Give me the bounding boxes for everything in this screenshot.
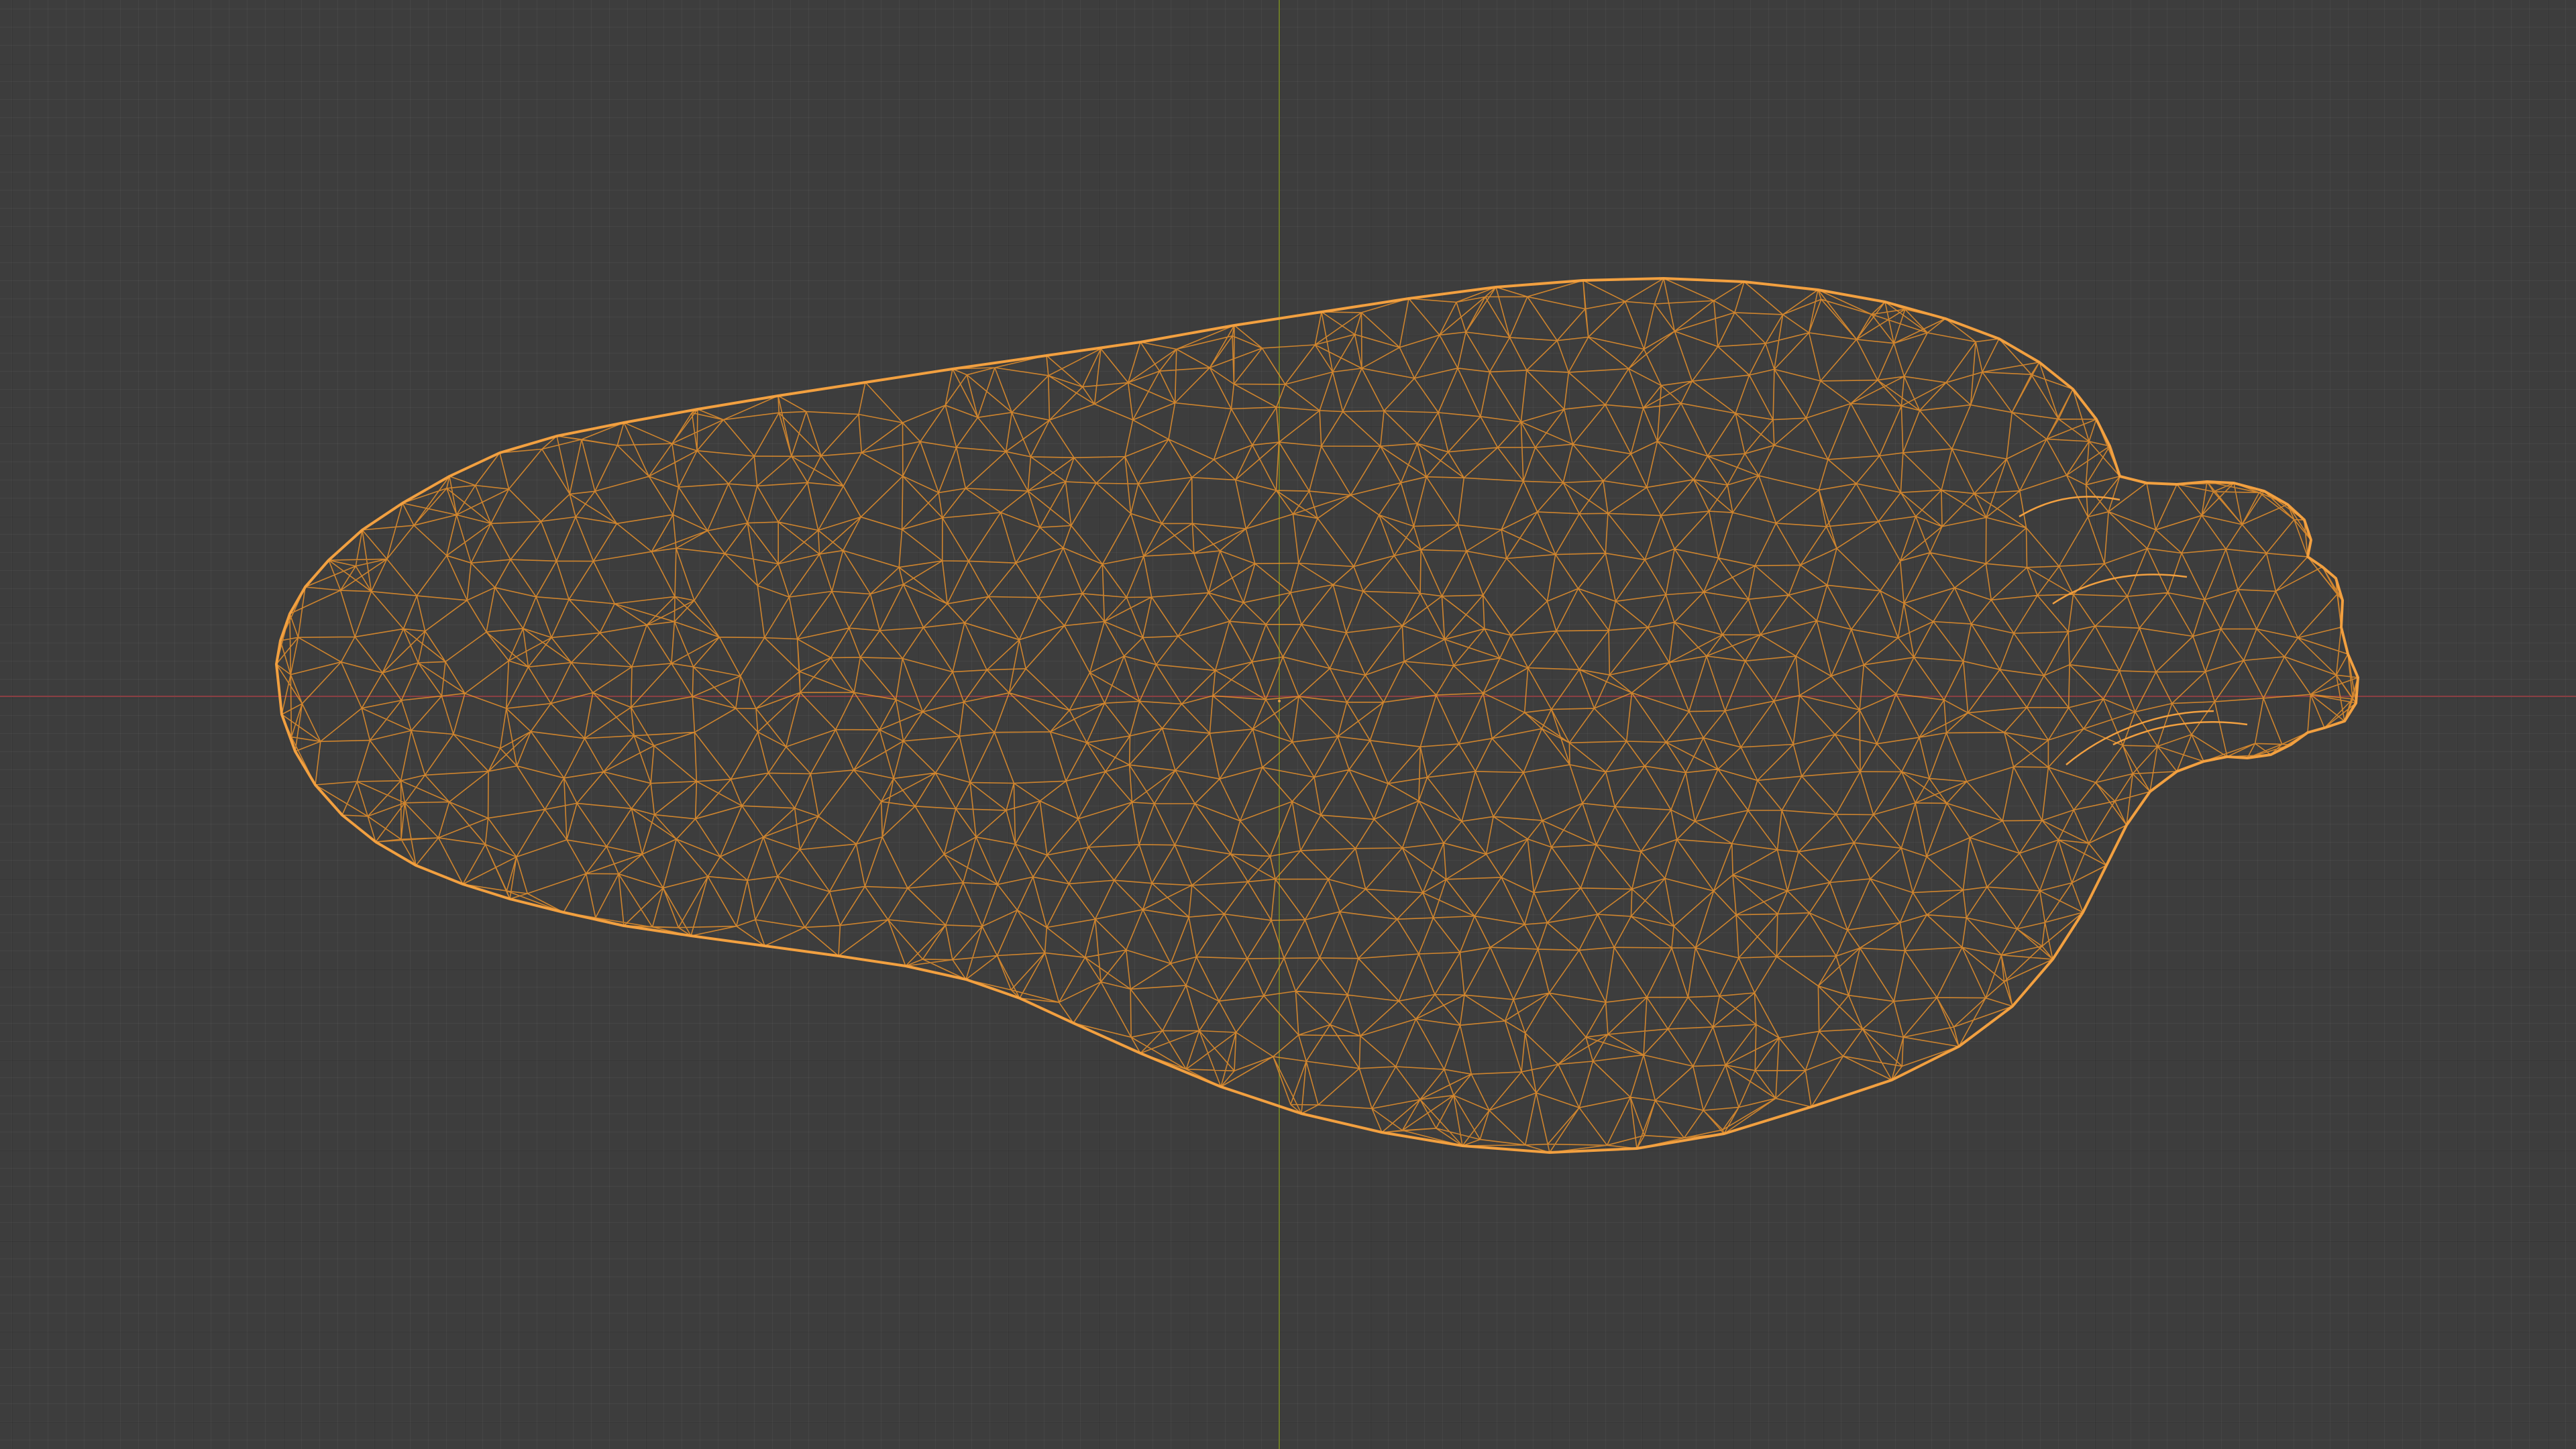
3d-viewport[interactable] [0, 0, 2576, 1449]
mesh-edge-path [276, 278, 2359, 1153]
wireframe-mesh[interactable] [0, 0, 2576, 1449]
mesh-edges [276, 278, 2359, 1153]
object-origin-icon [1278, 700, 1281, 702]
